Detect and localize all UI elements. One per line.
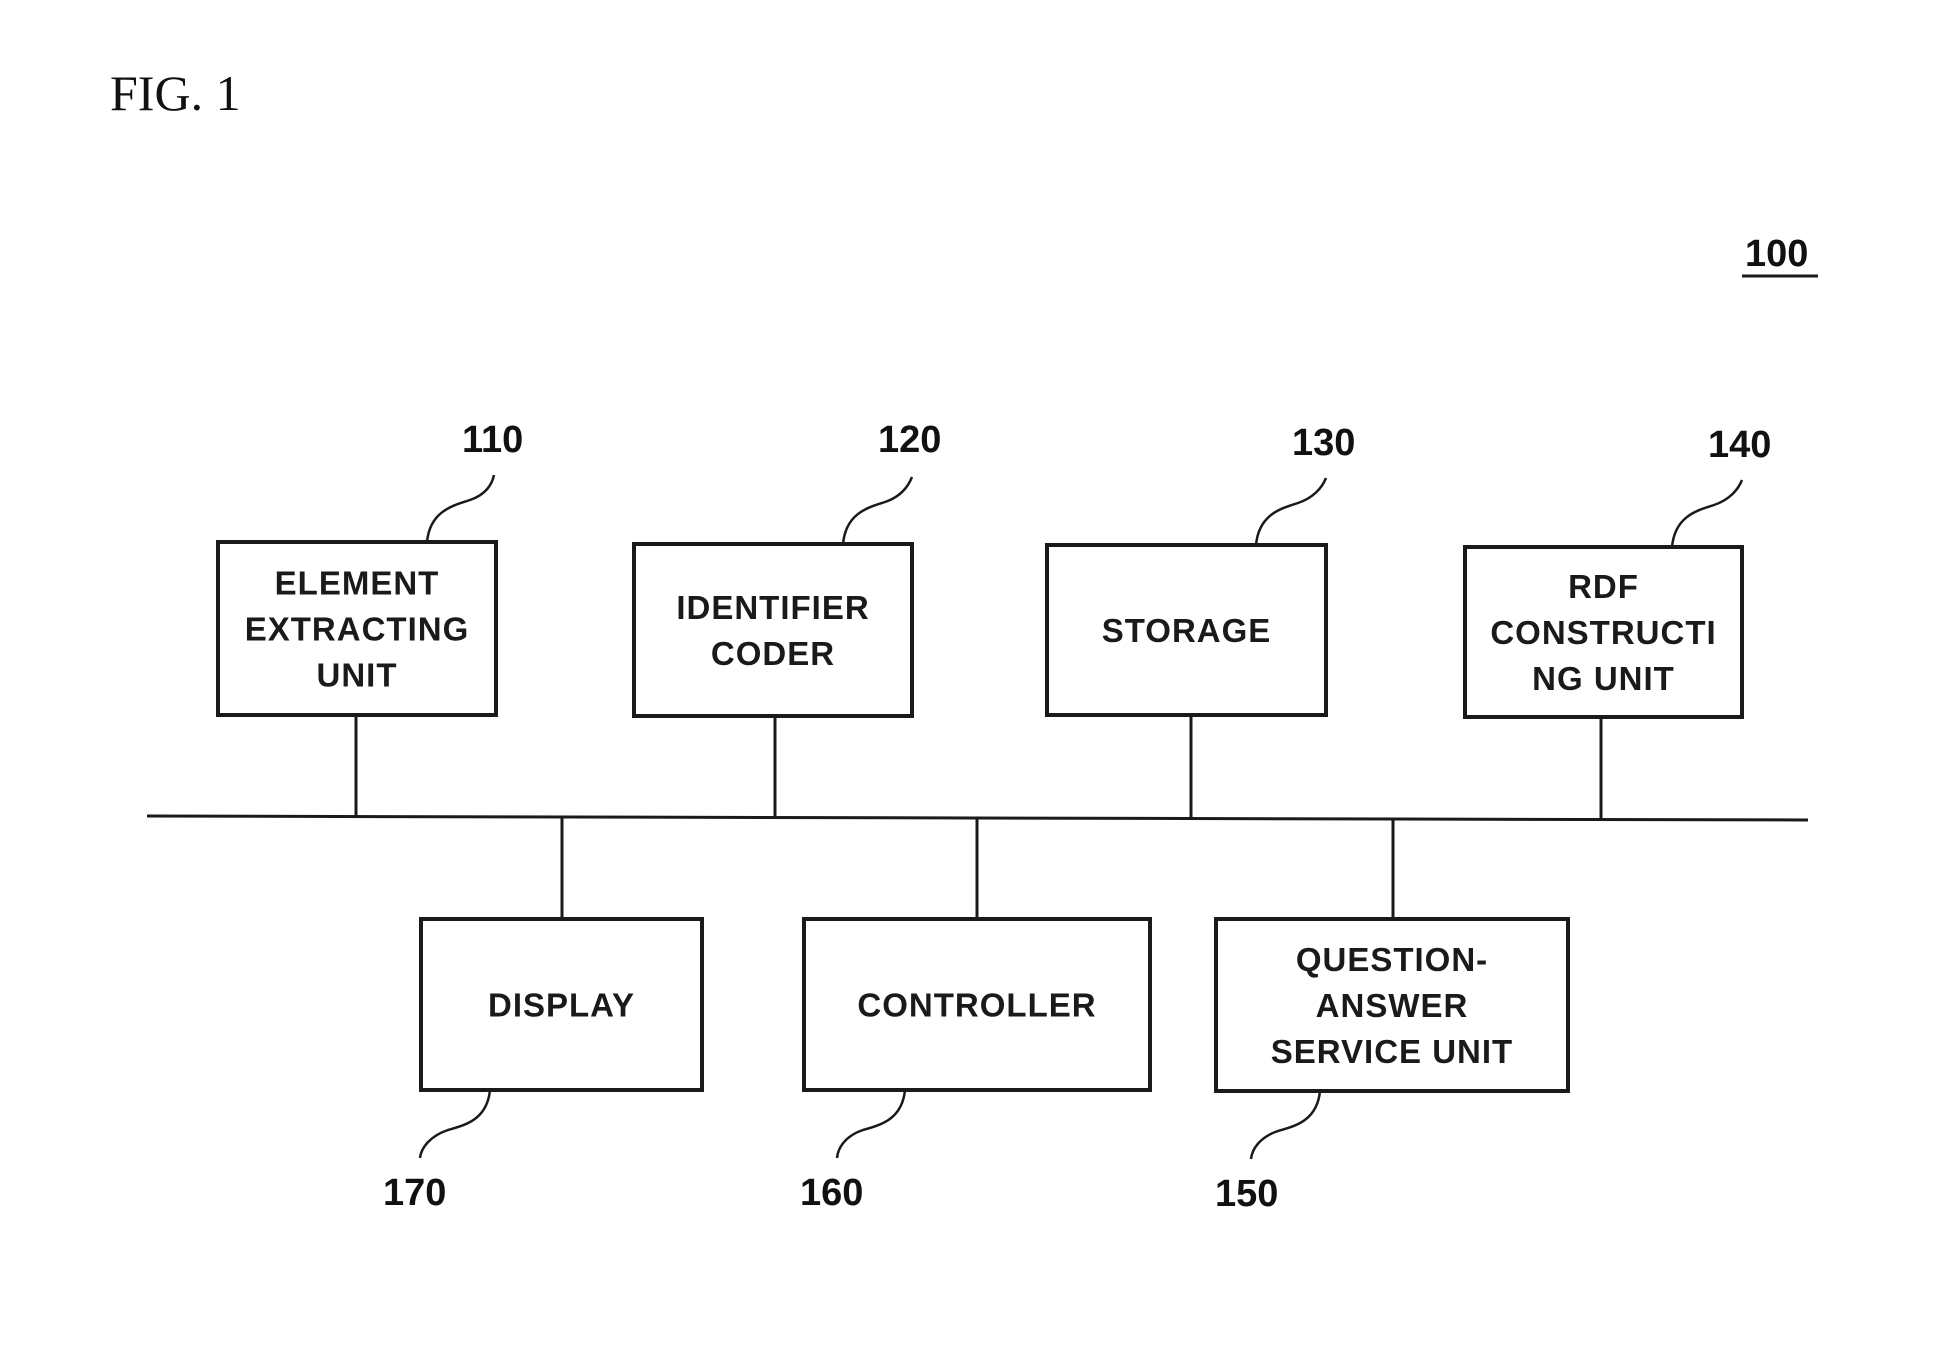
reference-leader-150 bbox=[1249, 1090, 1322, 1160]
block-130: STORAGE 130 bbox=[1045, 422, 1355, 818]
reference-numeral-160: 160 bbox=[800, 1172, 863, 1214]
block-170: DISPLAY 170 bbox=[383, 817, 704, 1214]
reference-numeral-150: 150 bbox=[1215, 1173, 1278, 1215]
reference-leader-110 bbox=[425, 474, 496, 543]
block-120: IDENTIFIER CODER 120 bbox=[632, 419, 941, 817]
block-label-line: CONSTRUCTI bbox=[1490, 614, 1716, 651]
block-label-line: NG UNIT bbox=[1532, 660, 1675, 697]
reference-numeral-170: 170 bbox=[383, 1172, 446, 1214]
reference-numeral-130: 130 bbox=[1292, 422, 1355, 464]
reference-leader-170 bbox=[418, 1089, 492, 1159]
block-diagram: FIG. 1 100 ELEMENT EXTRACTING UNIT 110 IDENT… bbox=[110, 65, 1818, 1215]
block-label-line: DISPLAY bbox=[488, 987, 635, 1024]
block-160: CONTROLLER 160 bbox=[800, 818, 1152, 1214]
block-140: RDF CONSTRUCTI NG UNIT 140 bbox=[1463, 424, 1771, 819]
block-label-line: CONTROLLER bbox=[857, 987, 1096, 1024]
block-label-line: ELEMENT bbox=[275, 565, 440, 602]
figure-title: FIG. 1 bbox=[110, 65, 241, 121]
block-label-line: IDENTIFIER bbox=[676, 589, 869, 626]
block-box-120 bbox=[632, 542, 914, 718]
block-label-line: UNIT bbox=[317, 657, 398, 694]
block-label-line: SERVICE UNIT bbox=[1271, 1033, 1513, 1070]
reference-numeral-140: 140 bbox=[1708, 424, 1771, 466]
block-label-line: RDF bbox=[1568, 568, 1639, 605]
block-110: ELEMENT EXTRACTING UNIT 110 bbox=[216, 419, 523, 816]
block-label-line: QUESTION- bbox=[1296, 941, 1488, 978]
block-label-line: ANSWER bbox=[1316, 987, 1469, 1024]
reference-leader-140 bbox=[1670, 479, 1744, 548]
reference-leader-120 bbox=[841, 476, 914, 545]
reference-numeral-120: 120 bbox=[878, 419, 941, 461]
reference-leader-160 bbox=[835, 1089, 907, 1159]
system-reference: 100 bbox=[1742, 233, 1818, 278]
reference-leader-130 bbox=[1254, 477, 1328, 546]
system-ref-label: 100 bbox=[1745, 233, 1808, 275]
block-label-line: EXTRACTING bbox=[245, 611, 470, 648]
block-label-line: STORAGE bbox=[1102, 612, 1272, 649]
block-150: QUESTION- ANSWER SERVICE UNIT 150 bbox=[1214, 819, 1570, 1215]
block-label-line: CODER bbox=[711, 635, 835, 672]
reference-numeral-110: 110 bbox=[462, 419, 523, 461]
